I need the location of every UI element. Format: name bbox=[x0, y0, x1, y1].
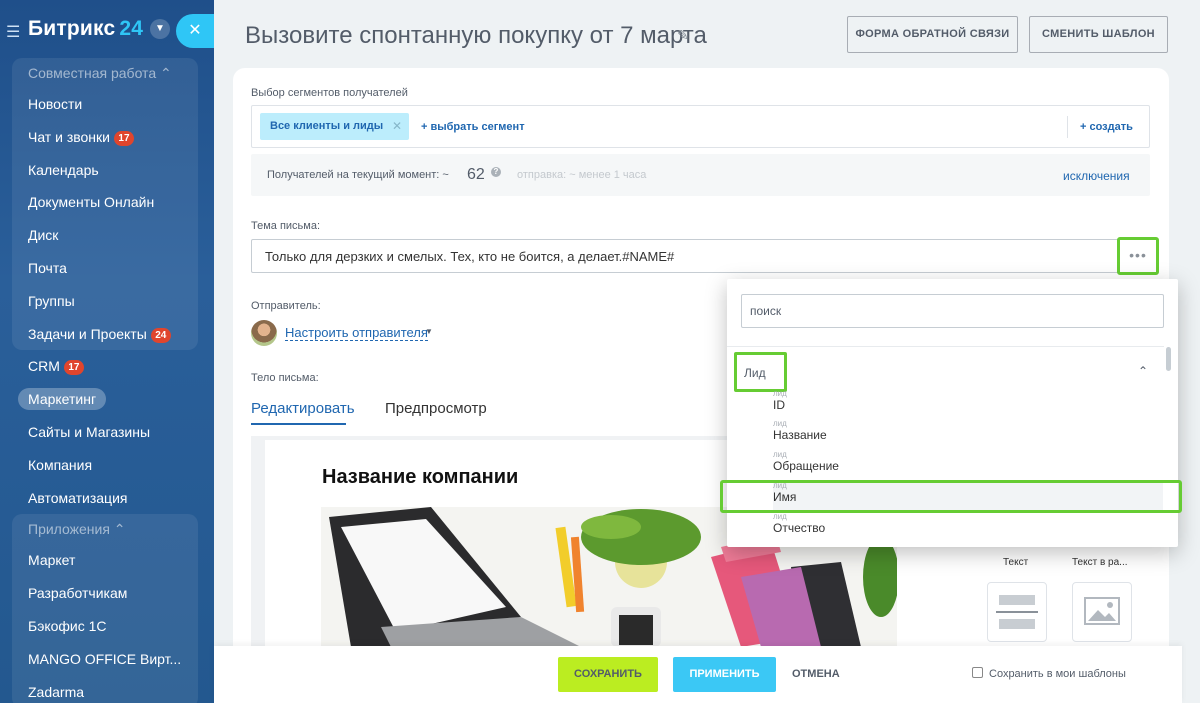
send-time-hint: отправка: ~ менее 1 часа bbox=[517, 169, 647, 181]
name-field-highlight bbox=[720, 480, 1182, 513]
divider-block-icon bbox=[996, 595, 1038, 629]
sidebar-item-chat[interactable]: Чат и звонки 17 bbox=[12, 121, 198, 154]
sidebar-item-sites[interactable]: Сайты и Магазины bbox=[12, 416, 198, 449]
chevron-up-icon[interactable]: ⌃ bbox=[1138, 364, 1148, 378]
sidebar-group-title[interactable]: Совместная работа ⌃ bbox=[12, 58, 198, 88]
counter-badge: 24 bbox=[150, 327, 171, 343]
sidebar-item-market[interactable]: Маркет bbox=[12, 544, 198, 577]
field-name: Название bbox=[773, 428, 827, 442]
sidebar-item-mango[interactable]: MANGO OFFICE Вирт... bbox=[12, 643, 198, 676]
apply-button[interactable]: ПРИМЕНИТЬ bbox=[673, 657, 776, 692]
block-image-tile[interactable] bbox=[1072, 582, 1132, 642]
sidebar-item-crm[interactable]: CRM 17 bbox=[12, 350, 198, 383]
save-template-checkbox[interactable] bbox=[972, 667, 983, 678]
close-sidebar-button[interactable]: ✕ bbox=[176, 14, 214, 48]
divider bbox=[1067, 116, 1068, 138]
help-icon[interactable]: ? bbox=[491, 167, 501, 177]
field-category: лид bbox=[773, 450, 787, 459]
sidebar-item-mail[interactable]: Почта bbox=[12, 252, 198, 285]
logo[interactable]: Битрикс 24 bbox=[28, 17, 143, 41]
sidebar-group-apps: Приложения ⌃ Маркет Разработчикам Бэкофи… bbox=[12, 514, 198, 703]
sidebar-item-news[interactable]: Новости bbox=[12, 88, 198, 121]
sidebar-item-marketing[interactable]: Маркетинг bbox=[12, 383, 198, 416]
cancel-button[interactable]: ОТМЕНА bbox=[792, 657, 840, 692]
sidebar-item-company[interactable]: Компания bbox=[12, 449, 198, 482]
counter-badge: 17 bbox=[113, 130, 134, 146]
field-name: ID bbox=[773, 398, 785, 412]
recipients-text: Получателей на текущий момент: ~ bbox=[267, 169, 449, 181]
pencil-icon[interactable]: ✎ bbox=[677, 27, 689, 44]
feedback-form-button[interactable]: ФОРМА ОБРАТНОЙ СВЯЗИ bbox=[847, 16, 1018, 53]
divider bbox=[727, 346, 1164, 347]
sidebar-item-tasks[interactable]: Задачи и Проекты 24 bbox=[12, 318, 198, 351]
choose-segment-link[interactable]: + выбрать сегмент bbox=[421, 121, 525, 133]
recipients-count: 62 bbox=[467, 166, 485, 183]
field-name: Обращение bbox=[773, 459, 839, 473]
section-lead-title[interactable]: Лид bbox=[744, 366, 766, 380]
page-title: Вызовите спонтанную покупку от 7 марта bbox=[245, 22, 707, 49]
block-text-frame-label: Текст в ра... bbox=[1072, 557, 1128, 568]
sidebar-group-title[interactable]: Приложения ⌃ bbox=[12, 514, 198, 544]
subject-label: Тема письма: bbox=[251, 220, 321, 232]
field-category: лид bbox=[773, 419, 787, 428]
segments-label: Выбор сегментов получателей bbox=[251, 87, 408, 99]
field-search-input[interactable] bbox=[741, 294, 1164, 328]
sidebar-item-groups[interactable]: Группы bbox=[12, 285, 198, 318]
save-button[interactable]: СОХРАНИТЬ bbox=[558, 657, 658, 692]
sidebar-item-disk[interactable]: Диск bbox=[12, 219, 198, 252]
field-item-patronymic[interactable]: лид Отчество bbox=[773, 512, 1163, 542]
menu-icon[interactable]: ☰ bbox=[6, 22, 20, 42]
counter-badge: 17 bbox=[63, 360, 84, 376]
create-segment-link[interactable]: + создать bbox=[1080, 121, 1133, 133]
sidebar-group-collab: Совместная работа ⌃ Новости Чат и звонки… bbox=[12, 58, 198, 351]
insert-field-button[interactable]: ••• bbox=[1117, 237, 1159, 275]
sidebar-item-backoffice[interactable]: Бэкофис 1С bbox=[12, 610, 198, 643]
sidebar: ☰ Битрикс 24 ▼ ✕ Совместная работа ⌃ Ново… bbox=[0, 0, 214, 703]
avatar bbox=[251, 320, 277, 346]
field-item-title[interactable]: лид Название bbox=[773, 419, 1163, 449]
sidebar-item-calendar[interactable]: Календарь bbox=[12, 154, 198, 187]
chevron-down-icon[interactable]: ▼ bbox=[150, 19, 170, 39]
field-name: Отчество bbox=[773, 521, 826, 535]
field-category: лид bbox=[773, 512, 787, 521]
sidebar-item-docs[interactable]: Документы Онлайн bbox=[12, 186, 198, 219]
sidebar-header: ☰ Битрикс 24 ▼ ✕ bbox=[0, 0, 214, 58]
sidebar-item-automation[interactable]: Автоматизация bbox=[12, 482, 198, 515]
block-divider-tile[interactable] bbox=[987, 582, 1047, 642]
tab-preview[interactable]: Предпросмотр bbox=[385, 400, 487, 417]
body-label: Тело письма: bbox=[251, 372, 319, 384]
remove-icon[interactable]: ✕ bbox=[392, 113, 402, 140]
tab-edit[interactable]: Редактировать bbox=[251, 400, 355, 425]
company-heading[interactable]: Название компании bbox=[322, 466, 518, 489]
popup-scrollbar[interactable] bbox=[1166, 347, 1171, 371]
change-template-button[interactable]: СМЕНИТЬ ШАБЛОН bbox=[1029, 16, 1168, 53]
field-item-salutation[interactable]: лид Обращение bbox=[773, 450, 1163, 480]
save-template-label[interactable]: Сохранить в мои шаблоны bbox=[989, 668, 1126, 680]
caret-down-icon[interactable]: ▼ bbox=[425, 327, 433, 336]
sender-label: Отправитель: bbox=[251, 300, 321, 312]
configure-sender-link[interactable]: Настроить отправителя bbox=[285, 325, 428, 341]
sidebar-item-zadarma[interactable]: Zadarma bbox=[12, 676, 198, 703]
exclusions-link[interactable]: исключения bbox=[1063, 169, 1130, 183]
segment-tag[interactable]: Все клиенты и лиды ✕ bbox=[260, 113, 409, 140]
subject-value: Только для дерзких и смелых. Тех, кто не… bbox=[265, 249, 675, 264]
field-category: лид bbox=[773, 389, 787, 398]
block-text-label: Текст bbox=[1003, 557, 1029, 568]
image-block-icon bbox=[1084, 597, 1120, 625]
sidebar-item-developers[interactable]: Разработчикам bbox=[12, 577, 198, 610]
field-item-id[interactable]: лид ID bbox=[773, 389, 1163, 419]
